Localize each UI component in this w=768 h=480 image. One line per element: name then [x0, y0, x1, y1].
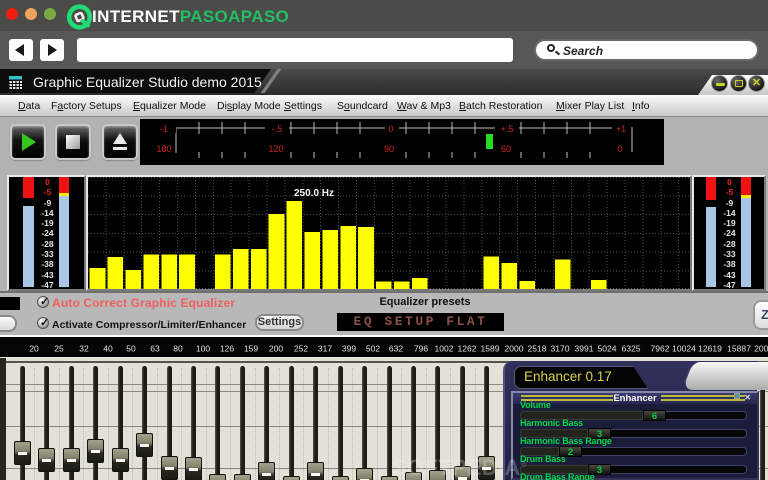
svg-text:502: 502	[366, 344, 380, 354]
svg-text:90: 90	[384, 144, 394, 154]
svg-text:250.0 Hz: 250.0 Hz	[294, 188, 334, 199]
svg-text:3991: 3991	[575, 344, 594, 354]
svg-text:7962: 7962	[651, 344, 670, 354]
svg-text:1589: 1589	[481, 344, 500, 354]
svg-text:120: 120	[268, 144, 283, 154]
svg-text:126: 126	[220, 344, 234, 354]
svg-text:12619: 12619	[698, 344, 722, 354]
svg-text:632: 632	[389, 344, 403, 354]
svg-text:40: 40	[103, 344, 113, 354]
svg-text:0: 0	[617, 144, 622, 154]
svg-text:399: 399	[342, 344, 356, 354]
svg-text:200: 200	[269, 344, 283, 354]
svg-text:180: 180	[156, 144, 171, 154]
svg-text:15887: 15887	[727, 344, 751, 354]
svg-text:20: 20	[29, 344, 39, 354]
svg-text:6325: 6325	[622, 344, 641, 354]
svg-text:+1: +1	[616, 124, 626, 134]
svg-text:25: 25	[54, 344, 64, 354]
svg-text:317: 317	[318, 344, 332, 354]
svg-text:159: 159	[244, 344, 258, 354]
svg-text:796: 796	[414, 344, 428, 354]
svg-text:-.5: -.5	[272, 124, 283, 134]
svg-text:0: 0	[388, 124, 393, 134]
svg-text:100: 100	[196, 344, 210, 354]
svg-text:63: 63	[150, 344, 160, 354]
svg-text:2518: 2518	[528, 344, 547, 354]
svg-text:2000: 2000	[505, 344, 524, 354]
svg-text:60: 60	[501, 144, 511, 154]
svg-text:32: 32	[79, 344, 89, 354]
svg-text:3170: 3170	[551, 344, 570, 354]
svg-text:10024: 10024	[672, 344, 696, 354]
svg-text:1002: 1002	[435, 344, 454, 354]
svg-text:80: 80	[173, 344, 183, 354]
svg-text:5024: 5024	[598, 344, 617, 354]
svg-text:-1: -1	[160, 124, 168, 134]
svg-text:50: 50	[126, 344, 136, 354]
svg-text:252: 252	[294, 344, 308, 354]
svg-text:20024: 20024	[754, 344, 768, 354]
svg-text:1262: 1262	[458, 344, 477, 354]
svg-text:+.5: +.5	[501, 124, 514, 134]
